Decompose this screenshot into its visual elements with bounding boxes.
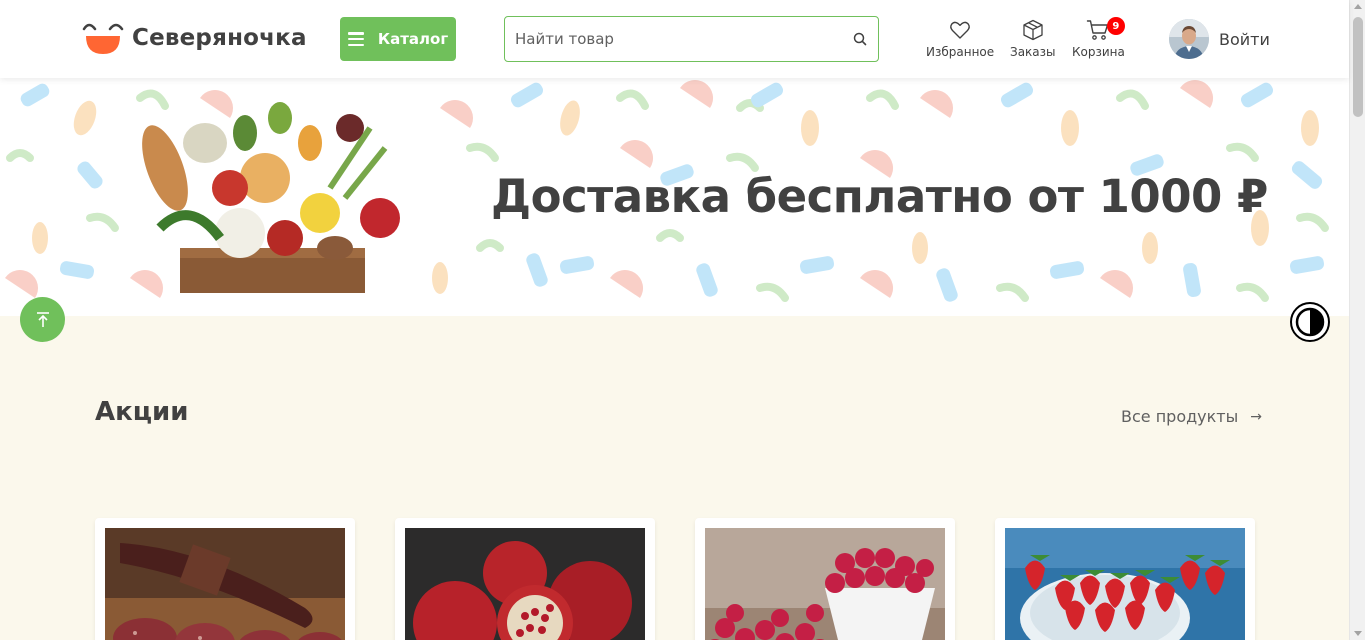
site-header: Северяночка Каталог Избранное Заказы 9 [0,0,1349,78]
cart-link[interactable]: 9 Корзина [1072,17,1125,59]
orders-link[interactable]: Заказы [1010,18,1056,59]
contrast-toggle-button[interactable] [1290,302,1330,342]
favorites-link[interactable]: Избранное [926,18,994,59]
all-products-label: Все продукты [1121,407,1239,426]
favorites-label: Избранное [926,45,995,59]
arrow-up-icon [36,311,49,327]
brand-name: Северяночка [132,25,307,51]
search-input[interactable] [505,17,835,61]
orders-label: Заказы [1010,45,1056,59]
section-title: Акции [95,397,189,427]
raspberry-photo-icon [705,528,945,640]
promo-banner[interactable]: Доставка бесплатно от 1000 ₽ [0,78,1349,316]
product-image[interactable] [705,528,945,640]
strawberry-photo-icon [1005,528,1245,640]
logo-icon [82,20,124,56]
all-products-link[interactable]: Все продукты → [1121,407,1262,426]
logo[interactable]: Северяночка [82,20,307,56]
product-card[interactable] [995,518,1255,640]
scroll-up-icon[interactable] [1354,4,1362,9]
scrollbar-thumb[interactable] [1353,17,1363,117]
search-icon[interactable] [852,31,868,47]
search-box [504,16,879,62]
login-label: Войти [1219,29,1270,49]
product-card[interactable] [695,518,955,640]
box-icon [1023,19,1043,41]
pomegranate-photo-icon [405,528,645,640]
catalog-label: Каталог [377,30,449,48]
product-card[interactable] [95,518,355,640]
banner-title: Доставка бесплатно от 1000 ₽ [491,170,1268,223]
sausage-photo-icon [105,528,345,640]
heart-icon [950,21,970,39]
cart-count-badge: 9 [1106,17,1125,35]
avatar [1169,19,1209,59]
contrast-icon [1295,307,1325,337]
grocery-box-image [142,102,400,293]
product-image[interactable] [105,528,345,640]
scroll-down-icon[interactable] [1354,631,1362,636]
scroll-to-top-button[interactable] [20,297,65,342]
arrow-right-icon: → [1250,408,1262,425]
menu-icon [347,32,364,46]
catalog-button[interactable]: Каталог [340,17,456,61]
product-image[interactable] [1005,528,1245,640]
cart-label: Корзина [1072,45,1125,59]
scrollbar[interactable] [1349,0,1365,640]
login-button[interactable]: Войти [1169,19,1270,59]
product-image[interactable] [405,528,645,640]
product-card[interactable] [395,518,655,640]
